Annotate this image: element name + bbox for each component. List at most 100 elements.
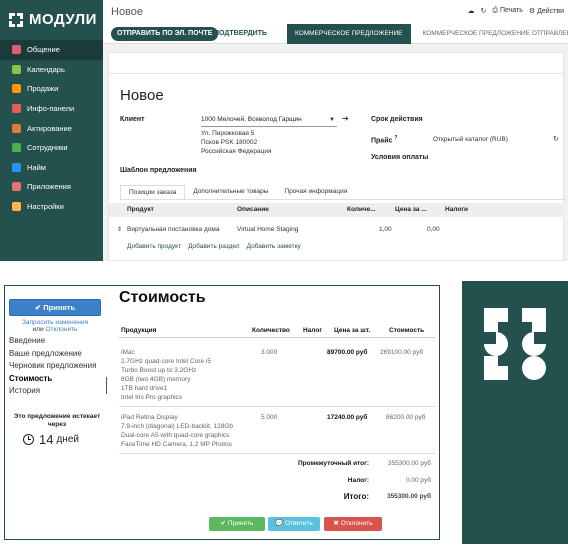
divider [119, 453, 435, 454]
menu-item-chat[interactable]: Общение [0, 40, 103, 60]
refresh-pricelist-icon[interactable]: ↻ [553, 135, 559, 143]
column-header[interactable]: Налоги [445, 206, 468, 213]
settings-icon [12, 202, 21, 212]
accept-button[interactable]: ✔ Принять [9, 299, 101, 316]
payment-terms-label: Условия оплаты [371, 154, 429, 161]
header-tools: ☁ ↻ ⎙ Печать ⚙ Действи [468, 7, 564, 15]
menu-item-dashboards[interactable]: Инфо-панели [0, 99, 103, 119]
desc-line: 2.7GHz quad-core Intel Core i5 [121, 358, 211, 365]
table-row[interactable]: ⇕ Виртуальная постановка дома Virtual Ho… [109, 223, 565, 237]
menu-item-label: Настройки [27, 202, 64, 212]
action-bar: ОТПРАВИТЬ ПО ЭЛ. ПОЧТЕ ПОДТВЕРДИТЬ КОММЕ… [103, 24, 568, 44]
confirm-button[interactable]: ПОДТВЕРДИТЬ [214, 27, 267, 41]
page-title: Новое [120, 87, 164, 104]
add-line-links: Добавить продукт Добавить раздел Добавит… [127, 243, 301, 250]
nav-item-pricing[interactable]: Стоимость [9, 373, 109, 386]
form-sheet: Новое Клиент 1000 Мелочей, Всеволод Гарщ… [108, 52, 565, 261]
menu-item-recruitment[interactable]: Найм [0, 158, 103, 178]
divider [120, 199, 565, 200]
address-line: Российская Федерация [201, 148, 272, 155]
chat-bubble-icon: 💬 [275, 520, 284, 527]
column-header[interactable]: Продукт [127, 206, 154, 213]
cloud-upload-icon[interactable]: ☁ [468, 7, 475, 15]
print-button[interactable]: ⎙ Печать [492, 7, 522, 15]
sales-icon [12, 84, 21, 94]
brand[interactable]: МОДУЛИ [8, 11, 97, 28]
brand-name: МОДУЛИ [29, 11, 97, 28]
tab-other-info[interactable]: Прочая информация [276, 185, 355, 199]
tab-optional-products[interactable]: Дополнительные товары [185, 185, 276, 199]
status-step-quotation-sent[interactable]: КОММЕРЧЕСКОЕ ПРЕДЛОЖЕНИЕ ОТПРАВЛЕНО [411, 24, 568, 44]
drag-handle-icon[interactable]: ⇕ [117, 226, 122, 233]
app-menu: Общение Календарь Продажи Инфо-панели Ак… [0, 40, 103, 216]
column-header: Количество [252, 327, 290, 334]
actions-button[interactable]: ⚙ Действи [529, 7, 564, 15]
line-qty: 5.000 [261, 414, 278, 421]
menu-item-calendar[interactable]: Календарь [0, 60, 103, 80]
breadcrumb[interactable]: Новое [111, 6, 143, 18]
reply-button[interactable]: 💬 Ответить [268, 517, 320, 531]
menu-item-invoicing[interactable]: Актирование [0, 118, 103, 138]
line-total: 269100.00 руб [380, 349, 424, 356]
pricing-table-header: Продукция Количество Налог Цена за шт. С… [119, 324, 435, 338]
total-label: Итого: [343, 492, 369, 501]
client-field[interactable]: 1000 Мелочей, Всеволод Гарщин ▼ [201, 116, 337, 127]
menu-item-sales[interactable]: Продажи [0, 79, 103, 99]
address-line: Ул. Пирожковая 5 [201, 130, 255, 137]
add-section-link[interactable]: Добавить раздел [188, 243, 240, 250]
brand-logo-icon [484, 308, 546, 380]
row-price: 0,00 [427, 226, 440, 233]
menu-item-label: Продажи [27, 84, 59, 94]
line-total: 86200.00 руб [386, 414, 426, 421]
control-panel-header: Новое ☁ ↻ ⎙ Печать ⚙ Действи [103, 0, 568, 24]
desc-line: Turbo Boost up to 3.2GHz [121, 367, 197, 374]
tab-order-lines[interactable]: Позиции заказа [120, 185, 186, 199]
form-view: Новое Клиент 1000 Мелочей, Всеволод Гарщ… [103, 44, 568, 261]
menu-item-settings[interactable]: Настройки [0, 197, 103, 217]
desc-line: FaceTime HD Camera, 1.2 MP Photos [121, 441, 232, 448]
row-description: Virtual Home Staging [237, 226, 299, 233]
decline-link[interactable]: Отклонить [45, 326, 77, 333]
section-title: Стоимость [119, 289, 206, 306]
add-note-link[interactable]: Добавить заметку [247, 243, 301, 250]
tax-value: 0.00 руб [405, 477, 431, 484]
help-icon[interactable]: ? [394, 135, 397, 141]
line-unit-price: 17240.00 руб [327, 414, 368, 421]
nav-item-your-offer[interactable]: Ваше предложение [9, 348, 109, 361]
menu-item-apps[interactable]: Приложения [0, 177, 103, 197]
nav-item-draft-offer[interactable]: Черновик предложения [9, 360, 109, 373]
menu-item-label: Календарь [27, 64, 65, 74]
actions-label: Действи [537, 8, 564, 15]
menu-item-label: Актирование [27, 123, 72, 133]
chevron-down-icon[interactable]: ▼ [329, 117, 335, 123]
column-header: Продукция [121, 327, 157, 334]
total-value: 355300.00 руб [386, 493, 431, 500]
column-header[interactable]: Количе... [347, 206, 376, 213]
add-product-link[interactable]: Добавить продукт [127, 243, 181, 250]
external-link-arrow-icon[interactable]: ➔ [342, 114, 349, 123]
accept-bottom-button[interactable]: ✔ Принять [209, 517, 265, 531]
status-bar: КОММЕРЧЕСКОЕ ПРЕДЛОЖЕНИЕ КОММЕРЧЕСКОЕ ПР… [287, 24, 568, 44]
pricelist-value[interactable]: Открытый каталог (RUB) [433, 136, 508, 143]
active-indicator [106, 377, 107, 394]
print-label: Печать [499, 7, 523, 14]
clock-icon [23, 434, 34, 445]
desc-line: Intel Iris Pro graphics [121, 394, 183, 401]
validity-label: Срок действия [371, 116, 423, 123]
sidebar: МОДУЛИ Общение Календарь Продажи Инфо-па… [0, 0, 103, 261]
request-changes-link[interactable]: Запросить изменения [9, 319, 101, 326]
column-header[interactable]: Цена за ... [395, 206, 427, 213]
status-step-quotation[interactable]: КОММЕРЧЕСКОЕ ПРЕДЛОЖЕНИЕ [287, 24, 411, 44]
reject-button[interactable]: ✖ Отклонить [324, 517, 382, 531]
nav-item-history[interactable]: История [9, 385, 109, 398]
column-header[interactable]: Описание [237, 206, 269, 213]
desc-line: 8GB (two 4GB) memory [121, 376, 191, 383]
template-label: Шаблон предложения [120, 167, 197, 174]
column-header: Стоимость [389, 327, 425, 334]
nav-item-introduction[interactable]: Введение [9, 335, 109, 348]
send-by-email-button[interactable]: ОТПРАВИТЬ ПО ЭЛ. ПОЧТЕ [111, 27, 219, 41]
refresh-icon[interactable]: ↻ [481, 7, 487, 15]
line-description: iPad Retina Display 7.9-inch (diagonal) … [121, 413, 233, 449]
line-qty: 3.000 [261, 349, 278, 356]
menu-item-employees[interactable]: Сотрудники [0, 138, 103, 158]
